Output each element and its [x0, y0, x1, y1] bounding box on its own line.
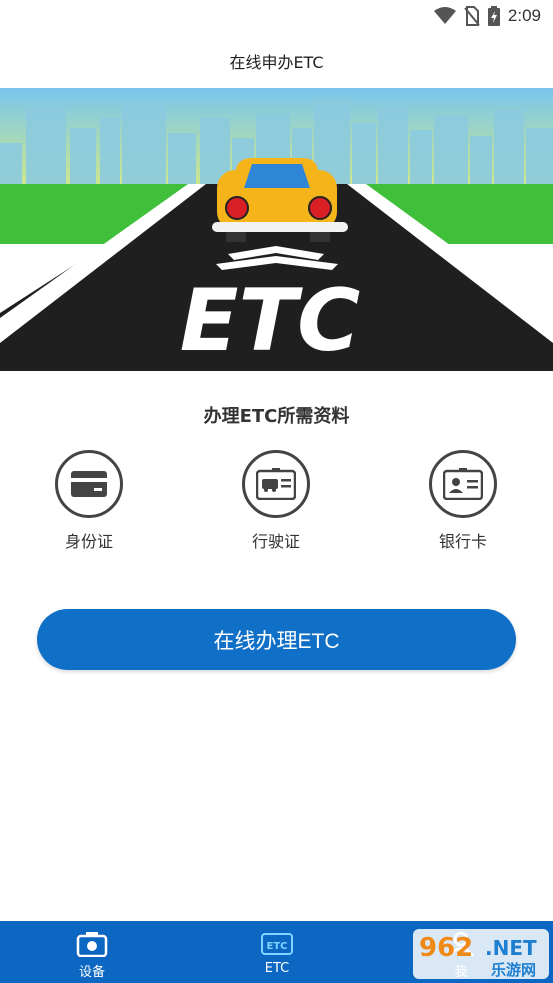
status-time: 2:09	[507, 6, 541, 25]
banner-illustration: ETC	[0, 88, 553, 371]
status-icons: 2:09	[433, 5, 541, 27]
requirement-id-card: 身份证	[34, 450, 144, 560]
watermark-text: 乐游网	[491, 961, 536, 979]
nav-item-device[interactable]: 设备	[37, 921, 147, 983]
watermark-number: 962	[419, 933, 473, 963]
wifi-icon	[433, 7, 456, 24]
nav-label-device: 设备	[78, 965, 105, 980]
requirements-title: 办理ETC所需资料	[203, 406, 350, 427]
svg-text:ETC: ETC	[267, 941, 288, 952]
etc-icon: ETC	[261, 933, 293, 955]
camera-icon	[76, 932, 108, 957]
nav-label-etc: ETC	[264, 961, 290, 976]
nav-item-etc[interactable]: ETC ETC	[222, 921, 332, 983]
requirement-label-bank-card: 银行卡	[438, 532, 487, 551]
no-sim-icon	[464, 6, 480, 26]
bank-card-icon	[429, 450, 497, 518]
title-bar: 在线申办ETC	[0, 34, 553, 88]
page-title: 在线申办ETC	[229, 53, 324, 72]
etc-banner: ETC	[0, 88, 553, 371]
driving-license-icon	[242, 450, 310, 518]
battery-charging-icon	[487, 6, 500, 26]
watermark-logo: 962 .NET 乐游网	[413, 929, 549, 979]
requirement-label-id-card: 身份证	[64, 532, 113, 551]
requirement-bank-card: 银行卡	[408, 450, 518, 560]
status-bar: 2:09	[0, 0, 553, 34]
apply-etc-button[interactable]: 在线办理ETC	[37, 609, 516, 670]
watermark-suffix: .NET	[485, 936, 537, 960]
requirement-driving-license: 行驶证	[221, 450, 331, 560]
road-etc-text: ETC	[180, 271, 361, 371]
requirement-label-driving-license: 行驶证	[251, 532, 300, 551]
id-card-icon	[55, 450, 123, 518]
